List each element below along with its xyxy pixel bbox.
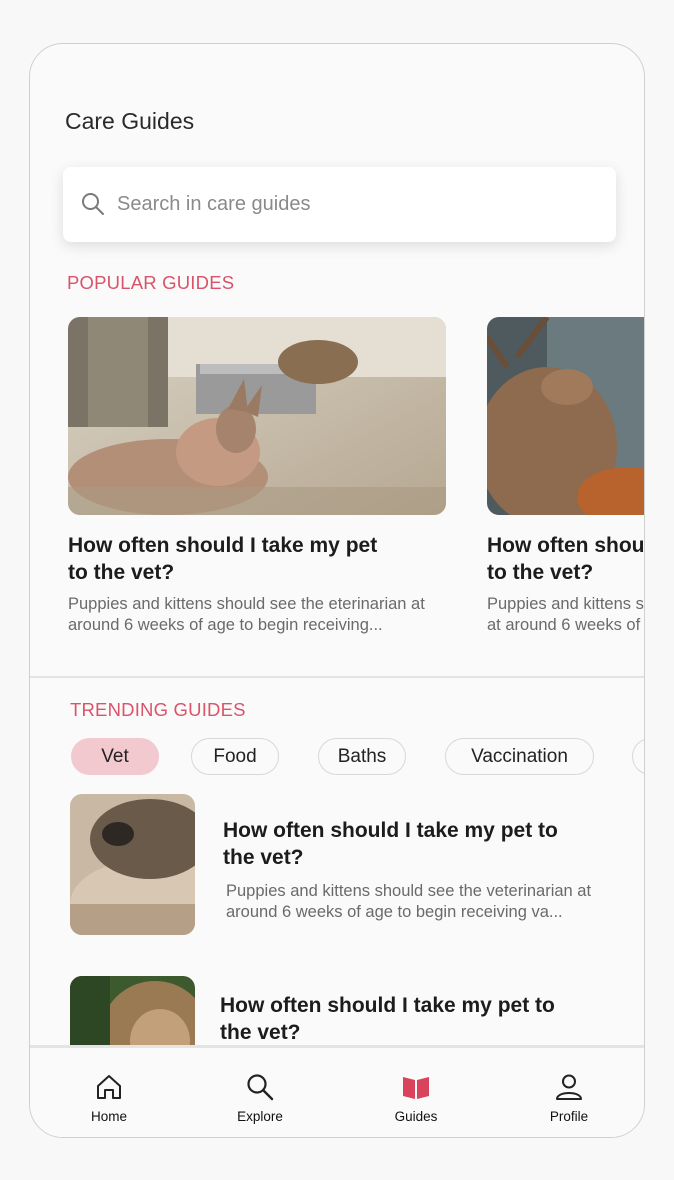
animal-thumbnail bbox=[70, 794, 195, 935]
search-icon bbox=[82, 193, 104, 215]
popular-guide-card[interactable]: How often shou to the vet? Puppies and k… bbox=[487, 317, 645, 636]
card-title: How often should I take my pet to the ve… bbox=[68, 534, 378, 584]
chip-vaccination[interactable]: Vaccination bbox=[445, 738, 594, 775]
tab-label: Profile bbox=[549, 1109, 589, 1124]
deer-image bbox=[487, 317, 644, 515]
tab-profile[interactable]: Profile bbox=[524, 1048, 614, 1137]
tab-label: Explore bbox=[237, 1109, 283, 1124]
search-input[interactable] bbox=[117, 187, 587, 221]
trending-guide-item[interactable]: How often should I take my pet to the ve… bbox=[70, 794, 610, 935]
home-icon bbox=[97, 1075, 121, 1099]
item-description: Puppies and kittens should see the veter… bbox=[226, 882, 592, 921]
chip-vet[interactable]: Vet bbox=[71, 738, 159, 775]
chip-baths[interactable]: Baths bbox=[318, 738, 406, 775]
search-icon bbox=[247, 1074, 274, 1101]
phone-frame: Care Guides POPULAR GUIDES bbox=[29, 43, 645, 1138]
item-title: How often should I take my pet to the ve… bbox=[220, 994, 555, 1044]
tab-home[interactable]: Home bbox=[64, 1048, 154, 1137]
tab-guides[interactable]: Guides bbox=[371, 1048, 461, 1137]
person-icon bbox=[556, 1074, 582, 1100]
tab-explore[interactable]: Explore bbox=[215, 1048, 305, 1137]
tab-label: Home bbox=[90, 1109, 127, 1124]
bottom-tab-bar: Home Explore Guides Profile bbox=[30, 1045, 644, 1137]
card-description: Puppies and kittens s at around 6 weeks … bbox=[487, 595, 644, 634]
card-description: Puppies and kittens should see the eteri… bbox=[68, 595, 425, 634]
chip-food[interactable]: Food bbox=[191, 738, 279, 775]
book-icon bbox=[403, 1077, 429, 1099]
section-divider bbox=[30, 676, 644, 678]
chip-more[interactable] bbox=[632, 738, 644, 775]
popular-guide-card[interactable]: How often should I take my pet to the ve… bbox=[68, 317, 448, 636]
kangaroo-image bbox=[68, 317, 446, 515]
tab-label: Guides bbox=[394, 1109, 438, 1124]
trending-guides-heading: TRENDING GUIDES bbox=[70, 699, 246, 720]
page-title: Care Guides bbox=[65, 108, 195, 134]
item-title: How often should I take my pet to the ve… bbox=[223, 819, 558, 869]
card-title: How often shou to the vet? bbox=[487, 534, 645, 584]
search-bar[interactable] bbox=[63, 167, 616, 242]
popular-guides-heading: POPULAR GUIDES bbox=[67, 272, 235, 293]
